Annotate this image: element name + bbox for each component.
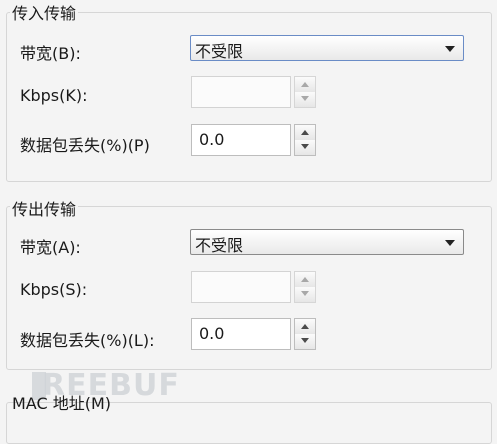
incoming-loss-label: 数据包丢失(%)(P) [20, 136, 150, 155]
incoming-loss-stepper[interactable] [294, 124, 316, 156]
arrow-down-icon [301, 96, 309, 101]
incoming-bandwidth-label: 带宽(B): [20, 44, 81, 63]
outgoing-bandwidth-dropdown[interactable]: 不受限 [190, 229, 464, 255]
incoming-title: 传入传输 [10, 0, 79, 24]
outgoing-bandwidth-label: 带宽(A): [20, 238, 81, 257]
outgoing-kbps-input[interactable] [191, 271, 291, 303]
outgoing-title: 传出传输 [10, 196, 79, 220]
arrow-up-icon [301, 277, 309, 282]
incoming-kbps-up-button[interactable] [295, 77, 315, 93]
incoming-loss-input[interactable]: 0.0 [191, 124, 291, 156]
arrow-up-icon [301, 82, 309, 87]
arrow-up-icon [301, 324, 309, 329]
incoming-kbps-input[interactable] [191, 76, 291, 108]
incoming-loss-down-button[interactable] [295, 140, 315, 155]
outgoing-loss-down-button[interactable] [295, 334, 315, 349]
incoming-bandwidth-dropdown[interactable]: 不受限 [190, 35, 464, 61]
incoming-kbps-stepper[interactable] [294, 76, 316, 108]
outgoing-loss-stepper[interactable] [294, 318, 316, 350]
outgoing-kbps-stepper[interactable] [294, 271, 316, 303]
outgoing-kbps-up-button[interactable] [295, 272, 315, 288]
mac-title: MAC 地址(M) [12, 394, 112, 413]
incoming-loss-value: 0.0 [199, 130, 225, 149]
arrow-up-icon [301, 130, 309, 135]
outgoing-loss-label: 数据包丢失(%)(L): [20, 331, 155, 350]
incoming-kbps-label: Kbps(K): [20, 86, 88, 105]
outgoing-loss-up-button[interactable] [295, 319, 315, 335]
chevron-down-icon [445, 46, 455, 52]
incoming-kbps-down-button[interactable] [295, 92, 315, 107]
outgoing-kbps-label: Kbps(S): [20, 280, 88, 299]
incoming-bandwidth-value: 不受限 [195, 42, 244, 61]
outgoing-loss-value: 0.0 [199, 324, 225, 343]
incoming-loss-up-button[interactable] [295, 125, 315, 141]
arrow-down-icon [301, 291, 309, 296]
outgoing-bandwidth-value: 不受限 [195, 236, 244, 255]
outgoing-loss-input[interactable]: 0.0 [191, 318, 291, 350]
arrow-down-icon [301, 338, 309, 343]
arrow-down-icon [301, 144, 309, 149]
outgoing-kbps-down-button[interactable] [295, 287, 315, 302]
chevron-down-icon [445, 240, 455, 246]
